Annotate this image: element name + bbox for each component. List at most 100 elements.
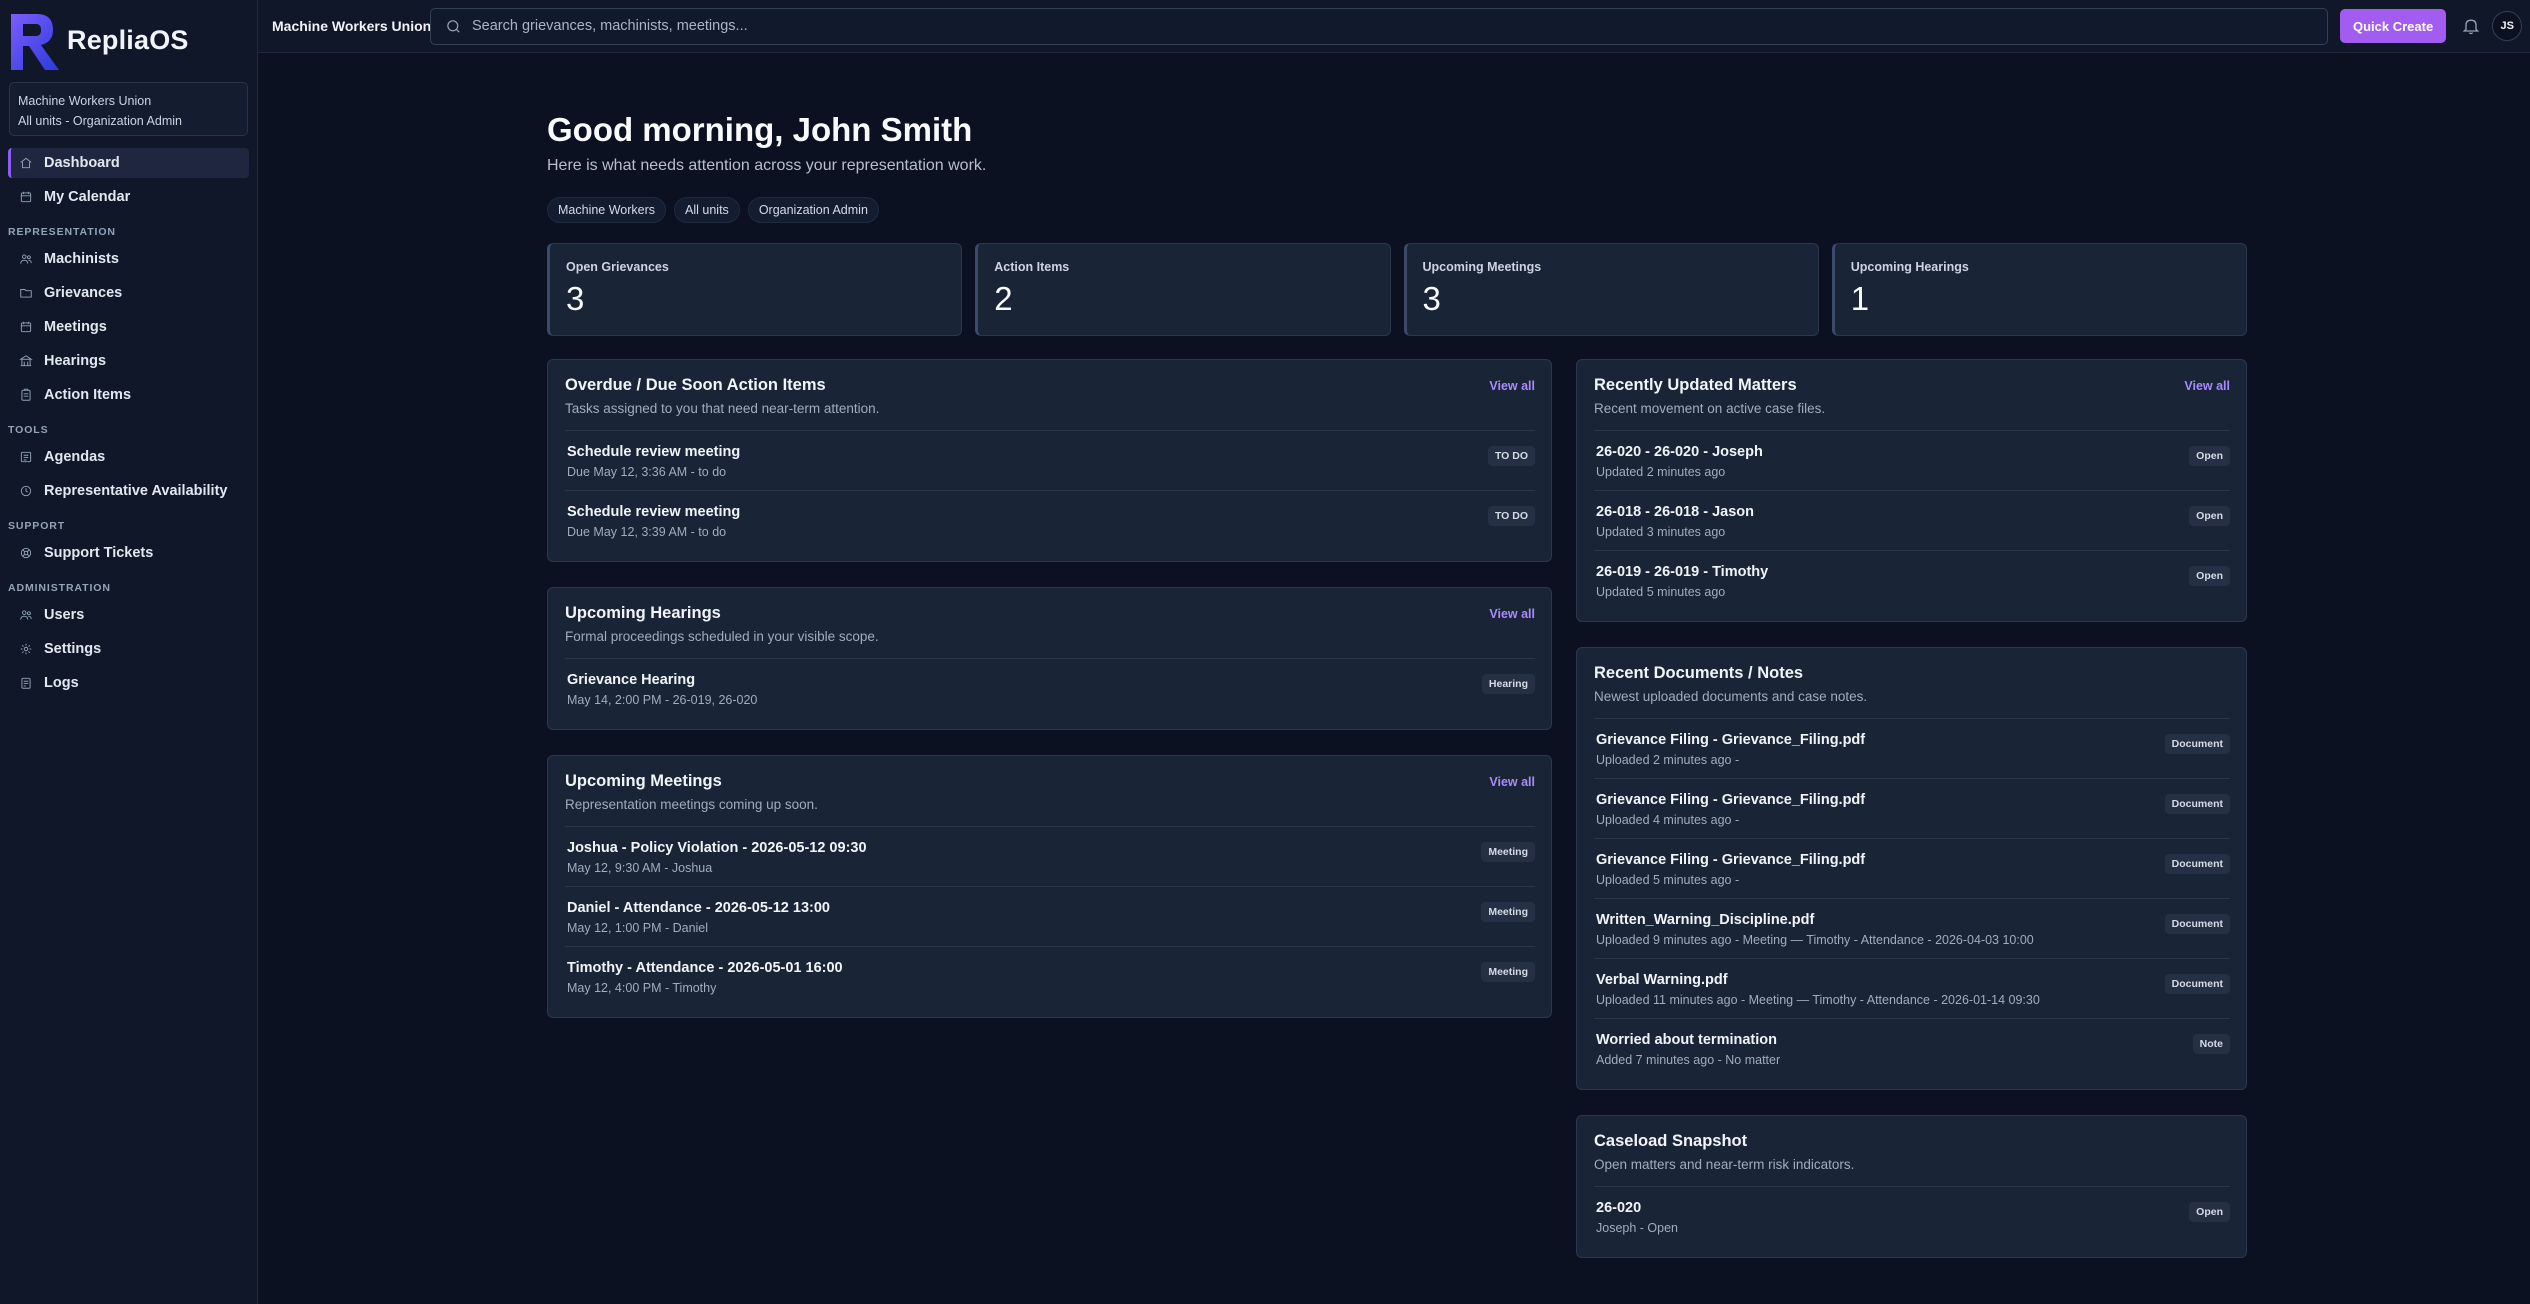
list-item[interactable]: 26-020 Joseph - Open Open xyxy=(1594,1187,2230,1247)
list-item-title: Grievance Hearing xyxy=(567,672,696,688)
list-item[interactable]: Verbal Warning.pdf Uploaded 11 minutes ag… xyxy=(1594,959,2230,1019)
stat-card-open-grievances[interactable]: Open Grievances 3 xyxy=(547,243,963,336)
calendar-icon xyxy=(18,189,34,205)
stat-value: 1 xyxy=(1850,280,1870,317)
gear-icon xyxy=(18,641,34,657)
sidebar-item-label: Agendas xyxy=(44,449,106,465)
org-name: Machine Workers Union xyxy=(18,94,152,108)
list-item-title: Worried about termination xyxy=(1596,1032,1777,1048)
view-all-link[interactable]: View all xyxy=(1489,607,1535,621)
sidebar-item-settings[interactable]: Settings xyxy=(8,634,249,664)
card-overdue-due-soon-action-items: Overdue / Due Soon Action Items Tasks ass… xyxy=(547,359,1552,562)
user-avatar[interactable]: JS xyxy=(2492,11,2523,41)
list-item[interactable]: Daniel - Attendance - 2026-05-12 13:00 Ma… xyxy=(565,887,1535,947)
search-input[interactable] xyxy=(472,18,2272,34)
users-icon xyxy=(18,607,34,623)
sidebar-item-logs[interactable]: Logs xyxy=(8,668,249,698)
sidebar-item-representative-availability[interactable]: Representative Availability xyxy=(8,476,249,506)
list-item[interactable]: Grievance Filing - Grievance_Filing.pdf U… xyxy=(1594,839,2230,899)
list-item[interactable]: Written_Warning_Discipline.pdf Uploaded 9… xyxy=(1594,899,2230,959)
sidebar-item-label: Representative Availability xyxy=(44,483,228,499)
list-item-title: Grievance Filing - Grievance_Filing.pdf xyxy=(1596,792,1866,808)
list-item-title: Schedule review meeting xyxy=(567,444,741,460)
list-item-title: Timothy - Attendance - 2026-05-01 16:00 xyxy=(567,960,843,976)
status-badge: Open xyxy=(2189,1202,2230,1222)
card-title: Recently Updated Matters xyxy=(1594,376,1797,394)
log-icon xyxy=(18,675,34,691)
stat-cards: Open Grievances 3 Action Items 2 Upcoming Me… xyxy=(547,243,2247,336)
card-header: Overdue / Due Soon Action Items Tasks ass… xyxy=(565,376,1535,416)
nav-section-tools: TOOLS xyxy=(8,424,49,436)
org-switcher[interactable]: Machine Workers Union All units - Organi… xyxy=(9,82,248,136)
list-item-title: Daniel - Attendance - 2026-05-12 13:00 xyxy=(567,900,830,916)
list-item[interactable]: Worried about termination Added 7 minutes… xyxy=(1594,1019,2230,1079)
list-item[interactable]: Joshua - Policy Violation - 2026-05-12 0… xyxy=(565,827,1535,887)
status-badge: Document xyxy=(2164,914,2230,934)
sidebar-item-label: Meetings xyxy=(44,319,107,335)
list-item-meta: Updated 3 minutes ago xyxy=(1596,525,1726,539)
scope-chip[interactable]: Machine Workers xyxy=(547,197,667,223)
sidebar-item-dashboard[interactable]: Dashboard xyxy=(8,148,249,178)
list-item[interactable]: Grievance Hearing May 14, 2:00 PM - 26-01… xyxy=(565,659,1535,719)
sidebar-item-support-tickets[interactable]: Support Tickets xyxy=(8,538,249,568)
stat-card-action-items[interactable]: Action Items 2 xyxy=(975,243,1391,336)
sidebar-item-hearings[interactable]: Hearings xyxy=(8,346,249,376)
list-item[interactable]: Timothy - Attendance - 2026-05-01 16:00 M… xyxy=(565,947,1535,1007)
card-upcoming-meetings: Upcoming Meetings Representation meetings… xyxy=(547,755,1552,1018)
logo-mark-icon xyxy=(7,8,61,72)
list-item[interactable]: 26-019 - 26-019 - Timothy Updated 5 minut… xyxy=(1594,551,2230,611)
stat-card-upcoming-hearings[interactable]: Upcoming Hearings 1 xyxy=(1831,243,2247,336)
sidebar-item-users[interactable]: Users xyxy=(8,600,249,630)
status-badge: Hearing xyxy=(1481,674,1535,694)
left-column: Overdue / Due Soon Action Items Tasks ass… xyxy=(547,359,1552,1043)
card-subtitle: Representation meetings coming up soon. xyxy=(565,797,818,812)
status-badge: TO DO xyxy=(1487,506,1535,526)
list-item-meta: Due May 12, 3:39 AM - to do xyxy=(567,525,727,539)
list-item-title: Schedule review meeting xyxy=(567,504,741,520)
search-box[interactable] xyxy=(430,7,2328,45)
card-subtitle: Formal proceedings scheduled in your vis… xyxy=(565,629,879,644)
sidebar-item-meetings[interactable]: Meetings xyxy=(8,312,249,342)
list-item[interactable]: Schedule review meeting Due May 12, 3:39 … xyxy=(565,491,1535,551)
folder-icon xyxy=(18,285,34,301)
list-item[interactable]: Grievance Filing - Grievance_Filing.pdf U… xyxy=(1594,779,2230,839)
card-list: 26-020 Joseph - Open Open xyxy=(1594,1186,2230,1247)
scope-chip[interactable]: Organization Admin xyxy=(747,197,879,223)
list-item-meta: May 14, 2:00 PM - 26-019, 26-020 xyxy=(567,693,758,707)
sidebar-item-machinists[interactable]: Machinists xyxy=(8,244,249,274)
sidebar-item-grievances[interactable]: Grievances xyxy=(8,278,249,308)
status-badge: Document xyxy=(2164,794,2230,814)
list-item[interactable]: Schedule review meeting Due May 12, 3:36 … xyxy=(565,431,1535,491)
notifications-button[interactable] xyxy=(2460,15,2482,37)
list-item[interactable]: Grievance Filing - Grievance_Filing.pdf U… xyxy=(1594,719,2230,779)
stat-card-upcoming-meetings[interactable]: Upcoming Meetings 3 xyxy=(1403,243,1819,336)
sidebar-item-action-items[interactable]: Action Items xyxy=(8,380,249,410)
status-badge: Document xyxy=(2164,974,2230,994)
sidebar-item-agendas[interactable]: Agendas xyxy=(8,442,249,472)
app-logo[interactable]: RepliaOS xyxy=(0,0,257,80)
sidebar-item-label: Users xyxy=(44,607,85,623)
card-list: Grievance Hearing May 14, 2:00 PM - 26-01… xyxy=(565,658,1535,719)
quick-create-button[interactable]: Quick Create xyxy=(2340,9,2447,43)
app-name: RepliaOS xyxy=(67,24,189,55)
card-list: 26-020 - 26-020 - Joseph Updated 2 minute… xyxy=(1594,430,2230,611)
list-icon xyxy=(18,449,34,465)
sidebar: RepliaOS Machine Workers Union All units… xyxy=(0,0,258,1304)
view-all-link[interactable]: View all xyxy=(1489,775,1535,789)
list-item[interactable]: 26-018 - 26-018 - Jason Updated 3 minutes… xyxy=(1594,491,2230,551)
scope-chip[interactable]: All units xyxy=(674,197,740,223)
list-item-meta: Uploaded 11 minutes ago - Meeting — Timo… xyxy=(1596,993,2040,1007)
stat-label: Action Items xyxy=(994,260,1070,274)
status-badge: Open xyxy=(2189,506,2230,526)
sidebar-item-label: My Calendar xyxy=(44,189,131,205)
sidebar-item-my-calendar[interactable]: My Calendar xyxy=(8,182,249,212)
list-item[interactable]: 26-020 - 26-020 - Joseph Updated 2 minute… xyxy=(1594,431,2230,491)
nav-section-support: SUPPORT xyxy=(8,520,66,532)
topbar-org-name: Machine Workers Union xyxy=(272,18,432,34)
list-item-title: 26-020 - 26-020 - Joseph xyxy=(1596,444,1763,460)
list-item-meta: Added 7 minutes ago - No matter xyxy=(1596,1053,1781,1067)
home-icon xyxy=(18,155,34,171)
view-all-link[interactable]: View all xyxy=(2184,379,2230,393)
search-icon xyxy=(447,19,460,33)
view-all-link[interactable]: View all xyxy=(1489,379,1535,393)
